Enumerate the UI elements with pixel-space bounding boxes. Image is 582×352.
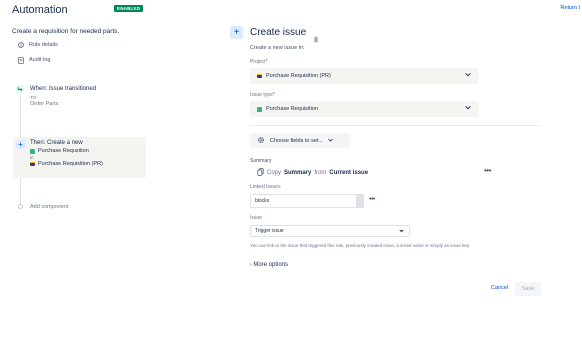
project-label-text: Project [250, 59, 266, 65]
summary-value[interactable]: Copy Summary from Current issue [257, 168, 368, 178]
required-marker: * [265, 59, 268, 65]
copy-icon [257, 168, 264, 178]
required-marker: * [272, 92, 275, 98]
trigger-to-label: TO [30, 95, 37, 100]
help-text: You can link to the issue that triggered… [250, 243, 471, 248]
rule-name: Create a requisition for needed parts. [12, 28, 120, 35]
action-project-label: Purchase Requisition (PR) [38, 161, 103, 167]
timeline-connector [20, 178, 21, 204]
panel-subtitle: Create a new issue in: [250, 45, 305, 51]
timeline-connector [20, 95, 21, 137]
issue-type-field-label: Issue type* [250, 92, 275, 98]
sidebar-item-label: Audit log [29, 57, 51, 63]
linked-issues-value: blocks [255, 198, 270, 204]
add-component-dot [18, 204, 23, 209]
summary-label: Summary [250, 158, 272, 164]
info-icon [18, 42, 24, 48]
issue-type-select-value: Purchase Requisition [266, 106, 318, 112]
issue-type-icon [257, 106, 262, 112]
action-issue-type: Purchase Requsition [30, 148, 103, 154]
trash-icon[interactable] [313, 30, 319, 48]
action-issue-type-label: Purchase Requsition [38, 148, 89, 154]
chevron-down-icon [465, 105, 471, 112]
summary-from-text: from [314, 170, 327, 176]
issue-label: Issue [250, 215, 262, 221]
status-badge: ENABLED [114, 5, 144, 12]
chevron-down-icon [465, 72, 471, 79]
issue-select-value: Trigger issue [255, 228, 284, 234]
action-in-label: in [30, 155, 34, 160]
more-options-label: More options [253, 262, 289, 268]
project-select-value: Purchase Requisition (PR) [266, 73, 331, 79]
more-icon[interactable]: ••• [484, 167, 491, 175]
project-icon [30, 162, 35, 166]
save-button[interactable]: Save [515, 282, 541, 296]
issue-type-icon [30, 148, 35, 154]
trigger-title: When: Issue transitioned [30, 86, 97, 92]
divider [250, 125, 540, 126]
linked-issues-label: Linked Issues [250, 184, 281, 190]
more-icon[interactable]: ••• [369, 196, 375, 203]
choose-fields-label: Choose fields to set... [270, 137, 323, 144]
transition-icon [16, 85, 24, 93]
chevron-down-icon [399, 229, 404, 235]
issue-type-label-text: Issue type [250, 92, 273, 98]
chevron-down-icon [328, 138, 333, 144]
summary-field-name: Summary [284, 170, 312, 176]
summary-copy-text: Copy [267, 170, 282, 176]
chevron-right-icon: › [250, 262, 252, 268]
issue-type-select[interactable]: Purchase Requisition [250, 101, 479, 117]
panel-title: Create issue [250, 27, 307, 38]
return-link[interactable]: Return t [560, 5, 580, 11]
action-step: Then: Create a new Purchase Requsition i… [30, 140, 103, 167]
add-icon: + [230, 26, 243, 39]
add-component-link[interactable]: Add component [30, 204, 69, 210]
add-icon: + [16, 140, 25, 149]
sidebar-item-audit-log[interactable]: Audit log [18, 56, 51, 64]
project-icon [257, 74, 262, 78]
action-title: Then: Create a new [30, 140, 83, 146]
page-title: Automation [12, 4, 68, 16]
more-options-toggle[interactable]: › More options [250, 262, 288, 268]
cancel-button[interactable]: Cancel [491, 285, 508, 291]
sidebar-item-rule-details[interactable]: Rule details [18, 42, 58, 48]
choose-fields-button[interactable]: Choose fields to set... [250, 133, 350, 148]
linked-issues-input[interactable]: blocks [250, 194, 364, 208]
sidebar-item-label: Rule details [29, 42, 58, 48]
trigger-to-value: Order Parts [30, 101, 59, 107]
project-field-label: Project* [250, 59, 268, 65]
action-project: Purchase Requisition (PR) [30, 161, 103, 167]
document-icon [18, 56, 24, 64]
trigger-step[interactable]: When: Issue transitioned TO Order Parts [30, 86, 96, 107]
issue-select[interactable]: Trigger issue [250, 225, 410, 237]
gear-icon [257, 136, 265, 146]
project-select[interactable]: Purchase Requisition (PR) [250, 68, 479, 84]
summary-source: Current issue [329, 170, 369, 176]
scrollbar[interactable] [356, 194, 364, 208]
